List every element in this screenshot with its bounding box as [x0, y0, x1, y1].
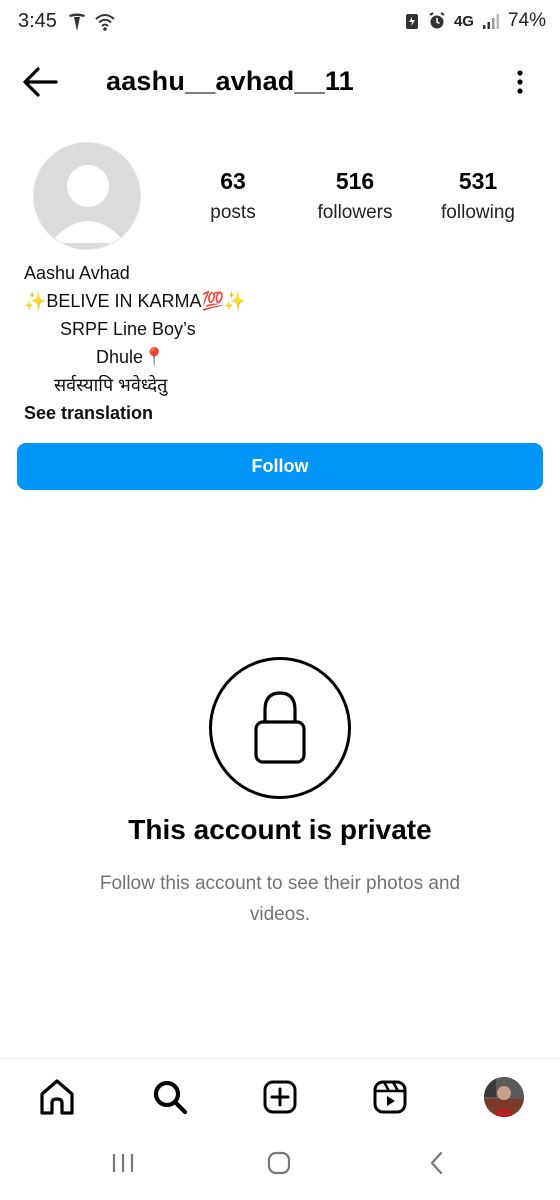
more-vertical-icon: [517, 70, 523, 94]
arrow-left-icon: [23, 67, 58, 97]
alarm-icon: [429, 12, 445, 29]
see-translation-link[interactable]: See translation: [24, 400, 384, 428]
nav-reels[interactable]: [370, 1077, 410, 1117]
status-right-icons: 4G 74%: [404, 10, 546, 32]
tesla-icon: [69, 13, 85, 31]
private-lock-badge: [209, 657, 351, 799]
bio-line: ✨BELIVE IN KARMA💯✨: [24, 291, 247, 311]
wifi-icon: [95, 14, 115, 31]
data-saver-icon: [405, 14, 418, 29]
profile-bio: Aashu Avhad ✨BELIVE IN KARMA💯✨ SRPF Line…: [24, 260, 384, 428]
more-options-button[interactable]: [510, 68, 530, 98]
followers-label: followers: [317, 202, 393, 223]
recent-apps-icon: [112, 1154, 134, 1172]
signal-icon: [482, 14, 499, 29]
profile-header: aashu__avhad__11: [0, 54, 560, 110]
bio-line: SRPF Line Boy’s: [60, 319, 196, 339]
stat-following[interactable]: 531 following: [418, 168, 538, 224]
profile-username: aashu__avhad__11: [106, 66, 354, 96]
posts-label: posts: [210, 202, 256, 223]
system-home-icon: [267, 1151, 291, 1175]
status-bar: 3:45 4G 74%: [0, 0, 560, 48]
system-back-button[interactable]: [424, 1150, 450, 1181]
stat-followers[interactable]: 516 followers: [295, 168, 415, 224]
nav-search[interactable]: [150, 1077, 190, 1117]
bio-line: Dhule📍: [96, 347, 166, 367]
profile-display-name: Aashu Avhad: [24, 263, 130, 283]
back-button[interactable]: [20, 64, 60, 100]
network-type: 4G: [453, 12, 474, 30]
private-account-title: This account is private: [128, 814, 432, 845]
follow-button[interactable]: Follow: [17, 443, 543, 490]
nav-create[interactable]: [260, 1077, 300, 1117]
system-nav-bar: [0, 1134, 560, 1200]
stat-posts[interactable]: 63 posts: [173, 168, 293, 224]
followers-count: 516: [335, 168, 375, 194]
profile-stats: 63 posts 516 followers 531 following: [190, 168, 540, 232]
recent-apps-button[interactable]: [110, 1150, 136, 1181]
battery-level: 74%: [507, 10, 546, 31]
chevron-left-icon: [430, 1151, 443, 1175]
status-left-icons: [68, 12, 116, 32]
home-icon: [40, 1079, 74, 1115]
nav-home[interactable]: [37, 1077, 77, 1117]
lock-icon: [254, 691, 306, 764]
plus-square-icon: [263, 1080, 297, 1114]
system-home-button[interactable]: [266, 1150, 292, 1181]
status-time: 3:45: [18, 10, 57, 32]
following-label: following: [441, 202, 515, 223]
profile-avatar[interactable]: [33, 142, 141, 250]
profile-thumbnail: [484, 1077, 524, 1117]
posts-count: 63: [220, 168, 246, 194]
bio-line: सर्वस्यापि भवेध्देतु: [54, 375, 168, 395]
search-icon: [153, 1080, 188, 1115]
reels-icon: [373, 1080, 407, 1114]
default-avatar-icon: [34, 143, 140, 249]
nav-profile-avatar[interactable]: [484, 1077, 524, 1117]
private-account-subtitle: Follow this account to see their photos …: [99, 873, 461, 925]
following-count: 531: [458, 168, 498, 194]
bottom-nav: [0, 1058, 560, 1134]
